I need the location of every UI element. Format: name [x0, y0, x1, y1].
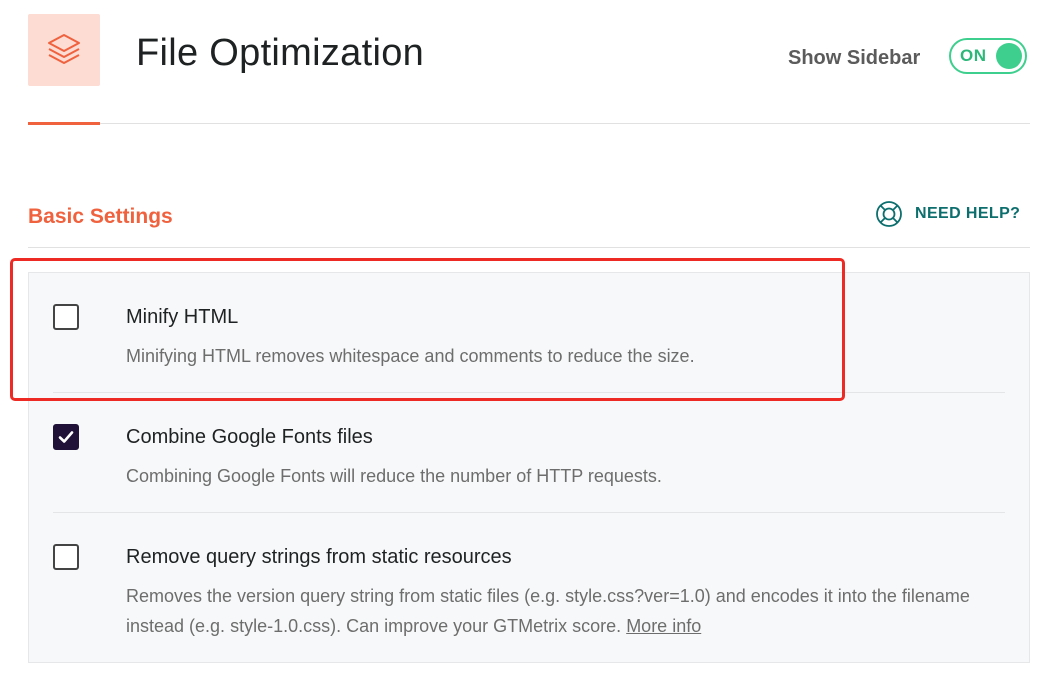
option-description: Minifying HTML removes whitespace and co…: [126, 346, 695, 366]
option-description: Combining Google Fonts will reduce the n…: [126, 466, 662, 486]
minify-html-checkbox[interactable]: [53, 304, 79, 330]
show-sidebar-label: Show Sidebar: [788, 47, 921, 69]
header-divider: [28, 123, 1030, 124]
checkmark-icon: [58, 431, 74, 443]
toggle-knob: [996, 43, 1022, 69]
option-title: Combine Google Fonts files: [126, 426, 373, 448]
page-title: File Optimization: [136, 32, 425, 74]
need-help-link[interactable]: NEED HELP?: [875, 200, 1020, 228]
option-title: Minify HTML: [126, 306, 239, 328]
section-title: Basic Settings: [28, 205, 173, 228]
option-description: Removes the version query string from st…: [126, 581, 1031, 641]
option-description-text: Removes the version query string from st…: [126, 586, 970, 636]
more-info-link[interactable]: More info: [626, 616, 701, 636]
option-divider: [53, 392, 1005, 393]
layers-icon: [48, 34, 80, 64]
header-accent-bar: [28, 122, 100, 125]
page-icon-box: [28, 14, 100, 86]
remove-query-strings-checkbox[interactable]: [53, 544, 79, 570]
section-divider: [28, 247, 1030, 248]
lifebuoy-icon: [876, 201, 902, 227]
show-sidebar-toggle[interactable]: ON: [949, 38, 1027, 74]
combine-google-fonts-checkbox[interactable]: [53, 424, 79, 450]
need-help-label: NEED HELP?: [915, 205, 1021, 222]
option-divider: [53, 512, 1005, 513]
page: File Optimization Show Sidebar ON Basic …: [0, 0, 1056, 694]
option-title: Remove query strings from static resourc…: [126, 546, 512, 568]
toggle-state-label: ON: [960, 46, 987, 65]
basic-settings-panel: Minify HTML Minifying HTML removes white…: [28, 272, 1030, 663]
